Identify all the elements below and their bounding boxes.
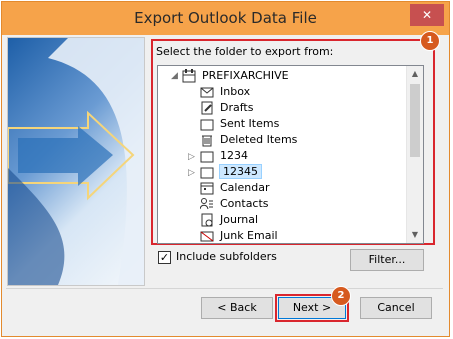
calendar-icon bbox=[200, 181, 216, 195]
selected-folder-label: 12345 bbox=[219, 164, 262, 179]
collapse-arrow-icon[interactable]: ◢ bbox=[171, 70, 181, 82]
step-2-badge: 2 bbox=[331, 286, 351, 306]
tree-item-journal[interactable]: Journal bbox=[200, 212, 258, 228]
filter-button[interactable]: Filter... bbox=[350, 249, 424, 271]
folder-icon bbox=[200, 117, 216, 131]
scroll-up-icon[interactable]: ▲ bbox=[407, 66, 423, 82]
data-file-icon bbox=[182, 69, 198, 83]
footer-separator bbox=[6, 288, 443, 289]
tree-item-calendar[interactable]: Calendar bbox=[200, 180, 269, 196]
close-button[interactable]: ✕ bbox=[410, 4, 444, 26]
tree-item-contacts[interactable]: Contacts bbox=[200, 196, 269, 212]
expand-arrow-icon[interactable]: ▷ bbox=[188, 151, 198, 163]
tree-item-sent-items[interactable]: Sent Items bbox=[200, 116, 279, 132]
wizard-banner-image bbox=[7, 37, 145, 286]
cancel-button[interactable]: Cancel bbox=[360, 297, 432, 319]
tree-root[interactable]: PREFIXARCHIVE bbox=[182, 68, 289, 84]
folder-icon bbox=[200, 149, 216, 163]
scroll-thumb[interactable] bbox=[410, 84, 420, 157]
window-title: Export Outlook Data File bbox=[134, 9, 317, 27]
include-subfolders-label: Include subfolders bbox=[176, 250, 277, 263]
tree-item-junk-email[interactable]: Junk Email bbox=[200, 228, 278, 243]
scroll-down-icon[interactable]: ▼ bbox=[407, 227, 423, 243]
junk-icon bbox=[200, 229, 216, 243]
folder-icon bbox=[200, 165, 216, 179]
tree-item-12345[interactable]: 12345 bbox=[200, 164, 262, 180]
inbox-icon bbox=[200, 85, 216, 99]
tree-item-inbox[interactable]: Inbox bbox=[200, 84, 250, 100]
folder-prompt-label: Select the folder to export from: bbox=[156, 45, 334, 58]
contacts-icon bbox=[200, 197, 216, 211]
folder-tree[interactable]: ◢ PREFIXARCHIVE Inbox Drafts Sent Items … bbox=[157, 65, 424, 244]
trash-icon bbox=[200, 133, 216, 147]
drafts-icon bbox=[200, 101, 216, 115]
include-subfolders-checkbox[interactable]: ✓ bbox=[158, 251, 171, 264]
title-bar: Export Outlook Data File ✕ bbox=[2, 2, 449, 35]
back-button[interactable]: < Back bbox=[201, 297, 273, 319]
expand-arrow-icon[interactable]: ▷ bbox=[188, 167, 198, 179]
tree-item-1234[interactable]: 1234 bbox=[200, 148, 248, 164]
step-1-badge: 1 bbox=[420, 31, 440, 51]
tree-item-deleted-items[interactable]: Deleted Items bbox=[200, 132, 297, 148]
tree-scrollbar[interactable]: ▲ ▼ bbox=[406, 66, 423, 243]
journal-icon bbox=[200, 213, 216, 227]
tree-item-drafts[interactable]: Drafts bbox=[200, 100, 253, 116]
